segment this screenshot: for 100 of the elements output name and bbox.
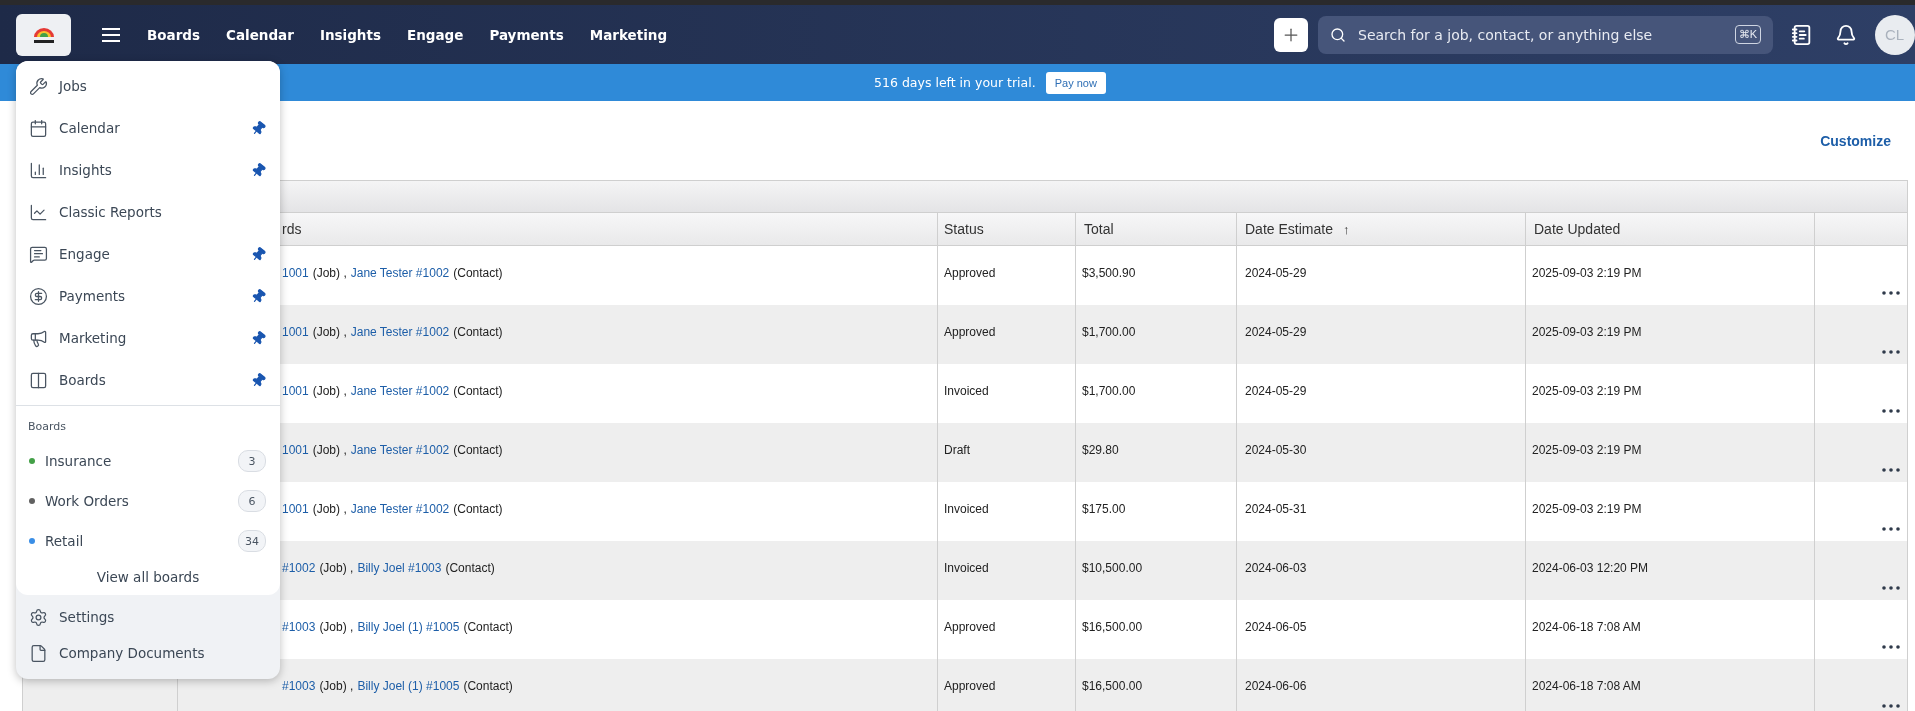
nav-link[interactable]: Insights	[319, 26, 381, 43]
column-header[interactable]: Status	[944, 221, 984, 237]
board-name: Retail	[45, 533, 84, 549]
more-icon[interactable]	[1882, 291, 1900, 295]
record-link[interactable]: Jane Tester #1002	[350, 265, 450, 280]
record-type: (Contact)	[453, 265, 503, 280]
record-type: (Contact)	[453, 324, 503, 339]
menu-item[interactable]: Calendar	[16, 107, 280, 149]
record-link[interactable]: Jane Tester #1002	[350, 501, 450, 516]
board-item[interactable]: Retail 34	[16, 521, 280, 561]
column-header[interactable]: Date Updated	[1534, 221, 1621, 237]
menu-item[interactable]: Payments	[16, 275, 280, 317]
menu-item[interactable]: Jobs	[16, 65, 280, 107]
total-cell: $29.80	[1082, 442, 1119, 457]
record-type: (Contact)	[445, 560, 495, 575]
search-input[interactable]: Search for a job, contact, or anything else	[1356, 25, 1725, 44]
menu-label: Marketing	[59, 330, 127, 346]
date-cell: 2024-06-18 7:08 AM	[1532, 619, 1641, 634]
more-icon[interactable]	[1882, 586, 1900, 590]
record-link[interactable]: Jane Tester #1002	[350, 383, 450, 398]
menu-label: Engage	[59, 246, 110, 262]
calendar-icon	[29, 118, 48, 138]
more-icon[interactable]	[1882, 409, 1900, 413]
nav-link[interactable]: Engage	[406, 26, 464, 43]
nav-link[interactable]: Marketing	[589, 26, 668, 43]
shortcut-hint: ⌘K	[1734, 25, 1761, 44]
menu-item[interactable]: Boards	[16, 359, 280, 401]
record-link[interactable]: Jane Tester #1002	[350, 442, 450, 457]
record-link[interactable]: Jane Tester #1002	[350, 324, 450, 339]
view-all-boards-link[interactable]: View all boards	[16, 561, 280, 589]
date-cell: 2024-05-30	[1245, 442, 1307, 457]
record-type: (Job) ,	[319, 678, 354, 693]
nav-link[interactable]: Boards	[147, 26, 201, 43]
record-link[interactable]: #1003	[282, 619, 316, 634]
record-link[interactable]: #1002	[282, 560, 316, 575]
status-cell: Approved	[944, 265, 996, 280]
menu-label: Boards	[59, 372, 106, 388]
record-type: (Contact)	[463, 619, 513, 634]
date-cell: 2024-06-18 7:08 AM	[1532, 678, 1641, 693]
menu-item[interactable]: Company Documents	[16, 635, 280, 671]
status-cell: Invoiced	[944, 501, 989, 516]
status-cell: Draft	[944, 442, 970, 457]
menu-item[interactable]: Settings	[16, 599, 280, 635]
add-button[interactable]	[1274, 17, 1308, 52]
status-cell: Approved	[944, 619, 996, 634]
column-header[interactable]: Date Estimate	[1245, 221, 1333, 237]
date-cell: 2024-05-31	[1245, 501, 1307, 516]
tools-icon	[29, 76, 48, 96]
board-item[interactable]: Insurance 3	[16, 441, 280, 481]
logo[interactable]	[16, 13, 71, 56]
more-icon[interactable]	[1882, 468, 1900, 472]
date-cell: 2025-09-03 2:19 PM	[1532, 324, 1642, 339]
count-badge: 34	[238, 530, 266, 552]
menu-item[interactable]: Insights	[16, 149, 280, 191]
date-cell: 2025-09-03 2:19 PM	[1532, 442, 1642, 457]
date-cell: 2025-09-03 2:19 PM	[1532, 501, 1642, 516]
document-icon	[29, 643, 48, 663]
record-link[interactable]: 1001	[282, 324, 309, 339]
date-cell: 2024-05-29	[1245, 324, 1307, 339]
column-header[interactable]: rds	[282, 221, 302, 237]
megaphone-icon	[29, 328, 48, 348]
menu-button[interactable]	[101, 26, 121, 43]
record-link[interactable]: 1001	[282, 265, 309, 280]
record-link[interactable]: Billy Joel (1) #1005	[357, 678, 460, 693]
total-cell: $16,500.00	[1082, 678, 1143, 693]
record-type: (Contact)	[453, 501, 503, 516]
sort-indicator: ↑	[1342, 221, 1350, 237]
count-badge: 6	[238, 490, 266, 512]
search-bar[interactable]: Search for a job, contact, or anything else ⌘K	[1318, 15, 1773, 54]
total-cell: $16,500.00	[1082, 619, 1143, 634]
notes-icon[interactable]	[1791, 23, 1813, 46]
more-icon[interactable]	[1882, 645, 1900, 649]
settings-icon	[29, 607, 48, 627]
total-cell: $3,500.90	[1082, 265, 1136, 280]
nav-link[interactable]: Calendar	[226, 26, 294, 43]
notification-icon[interactable]	[1835, 23, 1857, 46]
status-cell: Invoiced	[944, 560, 989, 575]
record-type: (Job) ,	[319, 560, 354, 575]
record-link[interactable]: #1003	[282, 678, 316, 693]
record-link[interactable]: 1001	[282, 501, 309, 516]
menu-label: Calendar	[59, 120, 120, 136]
nav-link[interactable]: Payments	[489, 26, 564, 43]
record-link[interactable]: 1001	[282, 442, 309, 457]
column-header[interactable]: Total	[1084, 221, 1114, 237]
record-link[interactable]: 1001	[282, 383, 309, 398]
more-icon[interactable]	[1882, 527, 1900, 531]
menu-item[interactable]: Engage	[16, 233, 280, 275]
menu-item[interactable]: Marketing	[16, 317, 280, 359]
board-item[interactable]: Work Orders 6	[16, 481, 280, 521]
record-link[interactable]: Billy Joel (1) #1005	[357, 619, 460, 634]
pay-now-button[interactable]: Pay now	[1045, 71, 1106, 94]
menu-item[interactable]: Classic Reports	[16, 191, 280, 233]
date-cell: 2024-06-03	[1245, 560, 1307, 575]
more-icon[interactable]	[1882, 350, 1900, 354]
trial-message: 516 days left in your trial.	[874, 75, 1036, 90]
status-cell: Approved	[944, 678, 996, 693]
more-icon[interactable]	[1882, 704, 1900, 708]
record-link[interactable]: Billy Joel #1003	[357, 560, 442, 575]
section-heading: Boards	[27, 419, 68, 435]
customize-link[interactable]: Customize	[1820, 132, 1891, 149]
